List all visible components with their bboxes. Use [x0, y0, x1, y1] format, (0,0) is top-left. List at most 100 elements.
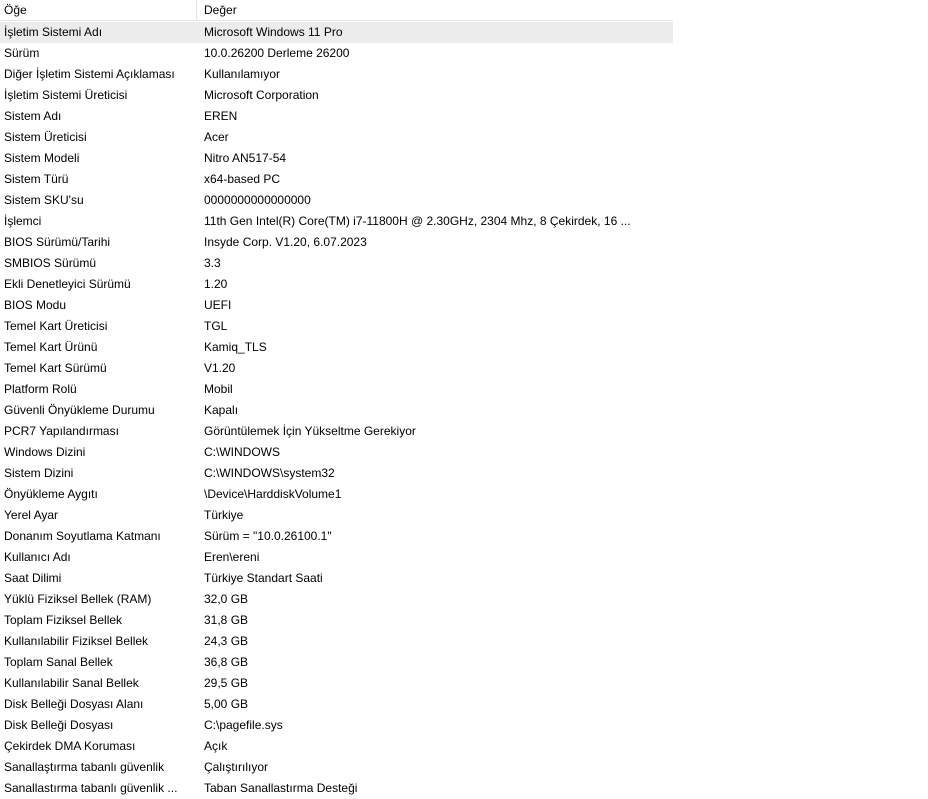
row-item-label: Disk Belleği Dosyası Alanı — [4, 697, 144, 711]
row-item-value: Microsoft Windows 11 Pro — [204, 25, 343, 39]
row-item-label: İşlemci — [4, 214, 42, 228]
row-item-label: İşletim Sistemi Üreticisi — [4, 88, 128, 102]
table-row[interactable]: Temel Kart Üreticisi TGL — [0, 316, 673, 337]
row-item-value: Taban Sanallastırma Desteği — [204, 781, 358, 795]
table-row[interactable]: Sistem SKU'su 0000000000000000 — [0, 190, 673, 211]
table-row[interactable]: Sistem Adı EREN — [0, 106, 673, 127]
row-item-label: Platform Rolü — [4, 382, 77, 396]
row-item-label: BIOS Sürümü/Tarihi — [4, 235, 111, 249]
row-item-label: Sistem Türü — [4, 172, 69, 186]
row-item-value: 31,8 GB — [204, 613, 249, 627]
table-row[interactable]: PCR7 Yapılandırması Görüntülemek İçin Yük… — [0, 421, 673, 442]
table-row[interactable]: Donanım Soyutlama Katmanı Sürüm = "10.0.2… — [0, 526, 673, 547]
table-row[interactable]: Temel Kart Ürünü Kamiq_TLS — [0, 337, 673, 358]
row-item-value: EREN — [204, 109, 238, 123]
table-row[interactable]: Disk Belleği Dosyası C:\pagefile.sys — [0, 715, 673, 736]
table-row[interactable]: Ekli Denetleyici Sürümü 1.20 — [0, 274, 673, 295]
table-row[interactable]: BIOS Modu UEFI — [0, 295, 673, 316]
row-item-label: Yüklü Fiziksel Bellek (RAM) — [4, 592, 152, 606]
table-row[interactable]: Saat Dilimi Türkiye Standart Saati — [0, 568, 673, 589]
row-item-label: PCR7 Yapılandırması — [4, 424, 119, 438]
row-item-label: Sistem Adı — [4, 109, 62, 123]
row-item-value: Insyde Corp. V1.20, 6.07.2023 — [204, 235, 367, 249]
table-row[interactable]: Kullanılabilir Fiziksel Bellek 24,3 GB — [0, 631, 673, 652]
row-item-label: SMBIOS Sürümü — [4, 256, 97, 270]
row-item-label: Güvenli Önyükleme Durumu — [4, 403, 155, 417]
row-item-label: Sistem SKU'su — [4, 193, 84, 207]
row-item-value: 24,3 GB — [204, 634, 249, 648]
row-item-label: Sistem Üreticisi — [4, 130, 87, 144]
row-item-value: 1.20 — [204, 277, 228, 291]
row-item-label: Yerel Ayar — [4, 508, 59, 522]
table-row[interactable]: Sistem Dizini C:\WINDOWS\system32 — [0, 463, 673, 484]
row-item-value: TGL — [204, 319, 228, 333]
row-item-label: Sistem Dizini — [4, 466, 74, 480]
row-item-label: Önyükleme Aygıtı — [4, 487, 98, 501]
list-header: Öğe Değer — [0, 0, 673, 21]
table-row[interactable]: Yerel Ayar Türkiye — [0, 505, 673, 526]
table-row[interactable]: Windows Dizini C:\WINDOWS — [0, 442, 673, 463]
table-row[interactable]: Kullanılabilir Sanal Bellek 29,5 GB — [0, 673, 673, 694]
row-item-value: Kullanılamıyor — [204, 67, 281, 81]
row-item-value: C:\WINDOWS\system32 — [204, 466, 335, 480]
row-item-label: Sistem Modeli — [4, 151, 80, 165]
row-item-label: Kullanıcı Adı — [4, 550, 71, 564]
row-item-value: x64-based PC — [204, 172, 281, 186]
row-item-label: Sanallaştırma tabanlı güvenlik — [4, 760, 165, 774]
row-item-value: Sürüm = "10.0.26100.1" — [204, 529, 332, 543]
row-item-value: UEFI — [204, 298, 232, 312]
table-row[interactable]: Sanallastırma tabanlı güvenlik ... Taban … — [0, 778, 673, 799]
row-item-label: Windows Dizini — [4, 445, 86, 459]
row-item-value: Kapalı — [204, 403, 239, 417]
table-row[interactable]: BIOS Sürümü/Tarihi Insyde Corp. V1.20, 6.… — [0, 232, 673, 253]
row-item-value: 3.3 — [204, 256, 221, 270]
table-row[interactable]: Diğer İşletim Sistemi Açıklaması Kullanıl… — [0, 64, 673, 85]
row-item-label: Donanım Soyutlama Katmanı — [4, 529, 161, 543]
row-item-label: Sürüm — [4, 46, 40, 60]
row-item-label: Kullanılabilir Sanal Bellek — [4, 676, 139, 690]
table-row[interactable]: Sürüm 10.0.26200 Derleme 26200 — [0, 43, 673, 64]
row-item-label: Sanallastırma tabanlı güvenlik ... — [4, 781, 178, 795]
row-item-value: Kamiq_TLS — [204, 340, 267, 354]
row-item-value: C:\pagefile.sys — [204, 718, 283, 732]
table-row[interactable]: Disk Belleği Dosyası Alanı 5,00 GB — [0, 694, 673, 715]
table-row[interactable]: Sistem Modeli Nitro AN517-54 — [0, 148, 673, 169]
row-item-label: Diğer İşletim Sistemi Açıklaması — [4, 67, 175, 81]
table-row[interactable]: SMBIOS Sürümü 3.3 — [0, 253, 673, 274]
table-row[interactable]: Toplam Fiziksel Bellek 31,8 GB — [0, 610, 673, 631]
table-row[interactable]: Çekirdek DMA Koruması Açık — [0, 736, 673, 757]
row-item-value: Mobil — [204, 382, 233, 396]
table-row[interactable]: Sanallaştırma tabanlı güvenlik Çalıştırıl… — [0, 757, 673, 778]
list-rows: İşletim Sistemi Adı Microsoft Windows 11 … — [0, 22, 673, 799]
row-item-value: C:\WINDOWS — [204, 445, 280, 459]
table-row[interactable]: İşletim Sistemi Üreticisi Microsoft Corpo… — [0, 85, 673, 106]
table-row[interactable]: Temel Kart Sürümü V1.20 — [0, 358, 673, 379]
table-row[interactable]: Güvenli Önyükleme Durumu Kapalı — [0, 400, 673, 421]
row-item-value: 29,5 GB — [204, 676, 249, 690]
row-item-value: 32,0 GB — [204, 592, 249, 606]
table-row[interactable]: Sistem Üreticisi Acer — [0, 127, 673, 148]
table-row[interactable]: Toplam Sanal Bellek 36,8 GB — [0, 652, 673, 673]
row-item-value: Microsoft Corporation — [204, 88, 319, 102]
row-item-label: Kullanılabilir Fiziksel Bellek — [4, 634, 149, 648]
column-header-item[interactable]: Öğe — [0, 0, 197, 21]
row-item-label: Saat Dilimi — [4, 571, 62, 585]
row-item-value: Türkiye — [204, 508, 244, 522]
row-item-label: İşletim Sistemi Adı — [4, 25, 103, 39]
row-item-label: BIOS Modu — [4, 298, 67, 312]
table-row[interactable]: Yüklü Fiziksel Bellek (RAM) 32,0 GB — [0, 589, 673, 610]
table-row[interactable]: Kullanıcı Adı Eren\ereni — [0, 547, 673, 568]
table-row[interactable]: Önyükleme Aygıtı \Device\HarddiskVolume1 — [0, 484, 673, 505]
row-item-value: 11th Gen Intel(R) Core(TM) i7-11800H @ 2… — [204, 214, 631, 228]
row-item-value: Nitro AN517-54 — [204, 151, 287, 165]
table-row[interactable]: Platform Rolü Mobil — [0, 379, 673, 400]
row-item-value: 5,00 GB — [204, 697, 249, 711]
row-item-label: Disk Belleği Dosyası — [4, 718, 114, 732]
row-item-label: Ekli Denetleyici Sürümü — [4, 277, 131, 291]
row-item-value: \Device\HarddiskVolume1 — [204, 487, 342, 501]
table-row[interactable]: Sistem Türü x64-based PC — [0, 169, 673, 190]
row-item-label: Temel Kart Üreticisi — [4, 319, 108, 333]
table-row[interactable]: İşletim Sistemi Adı Microsoft Windows 11 … — [0, 22, 673, 43]
column-header-value[interactable]: Değer — [197, 0, 673, 21]
table-row[interactable]: İşlemci 11th Gen Intel(R) Core(TM) i7-118… — [0, 211, 673, 232]
